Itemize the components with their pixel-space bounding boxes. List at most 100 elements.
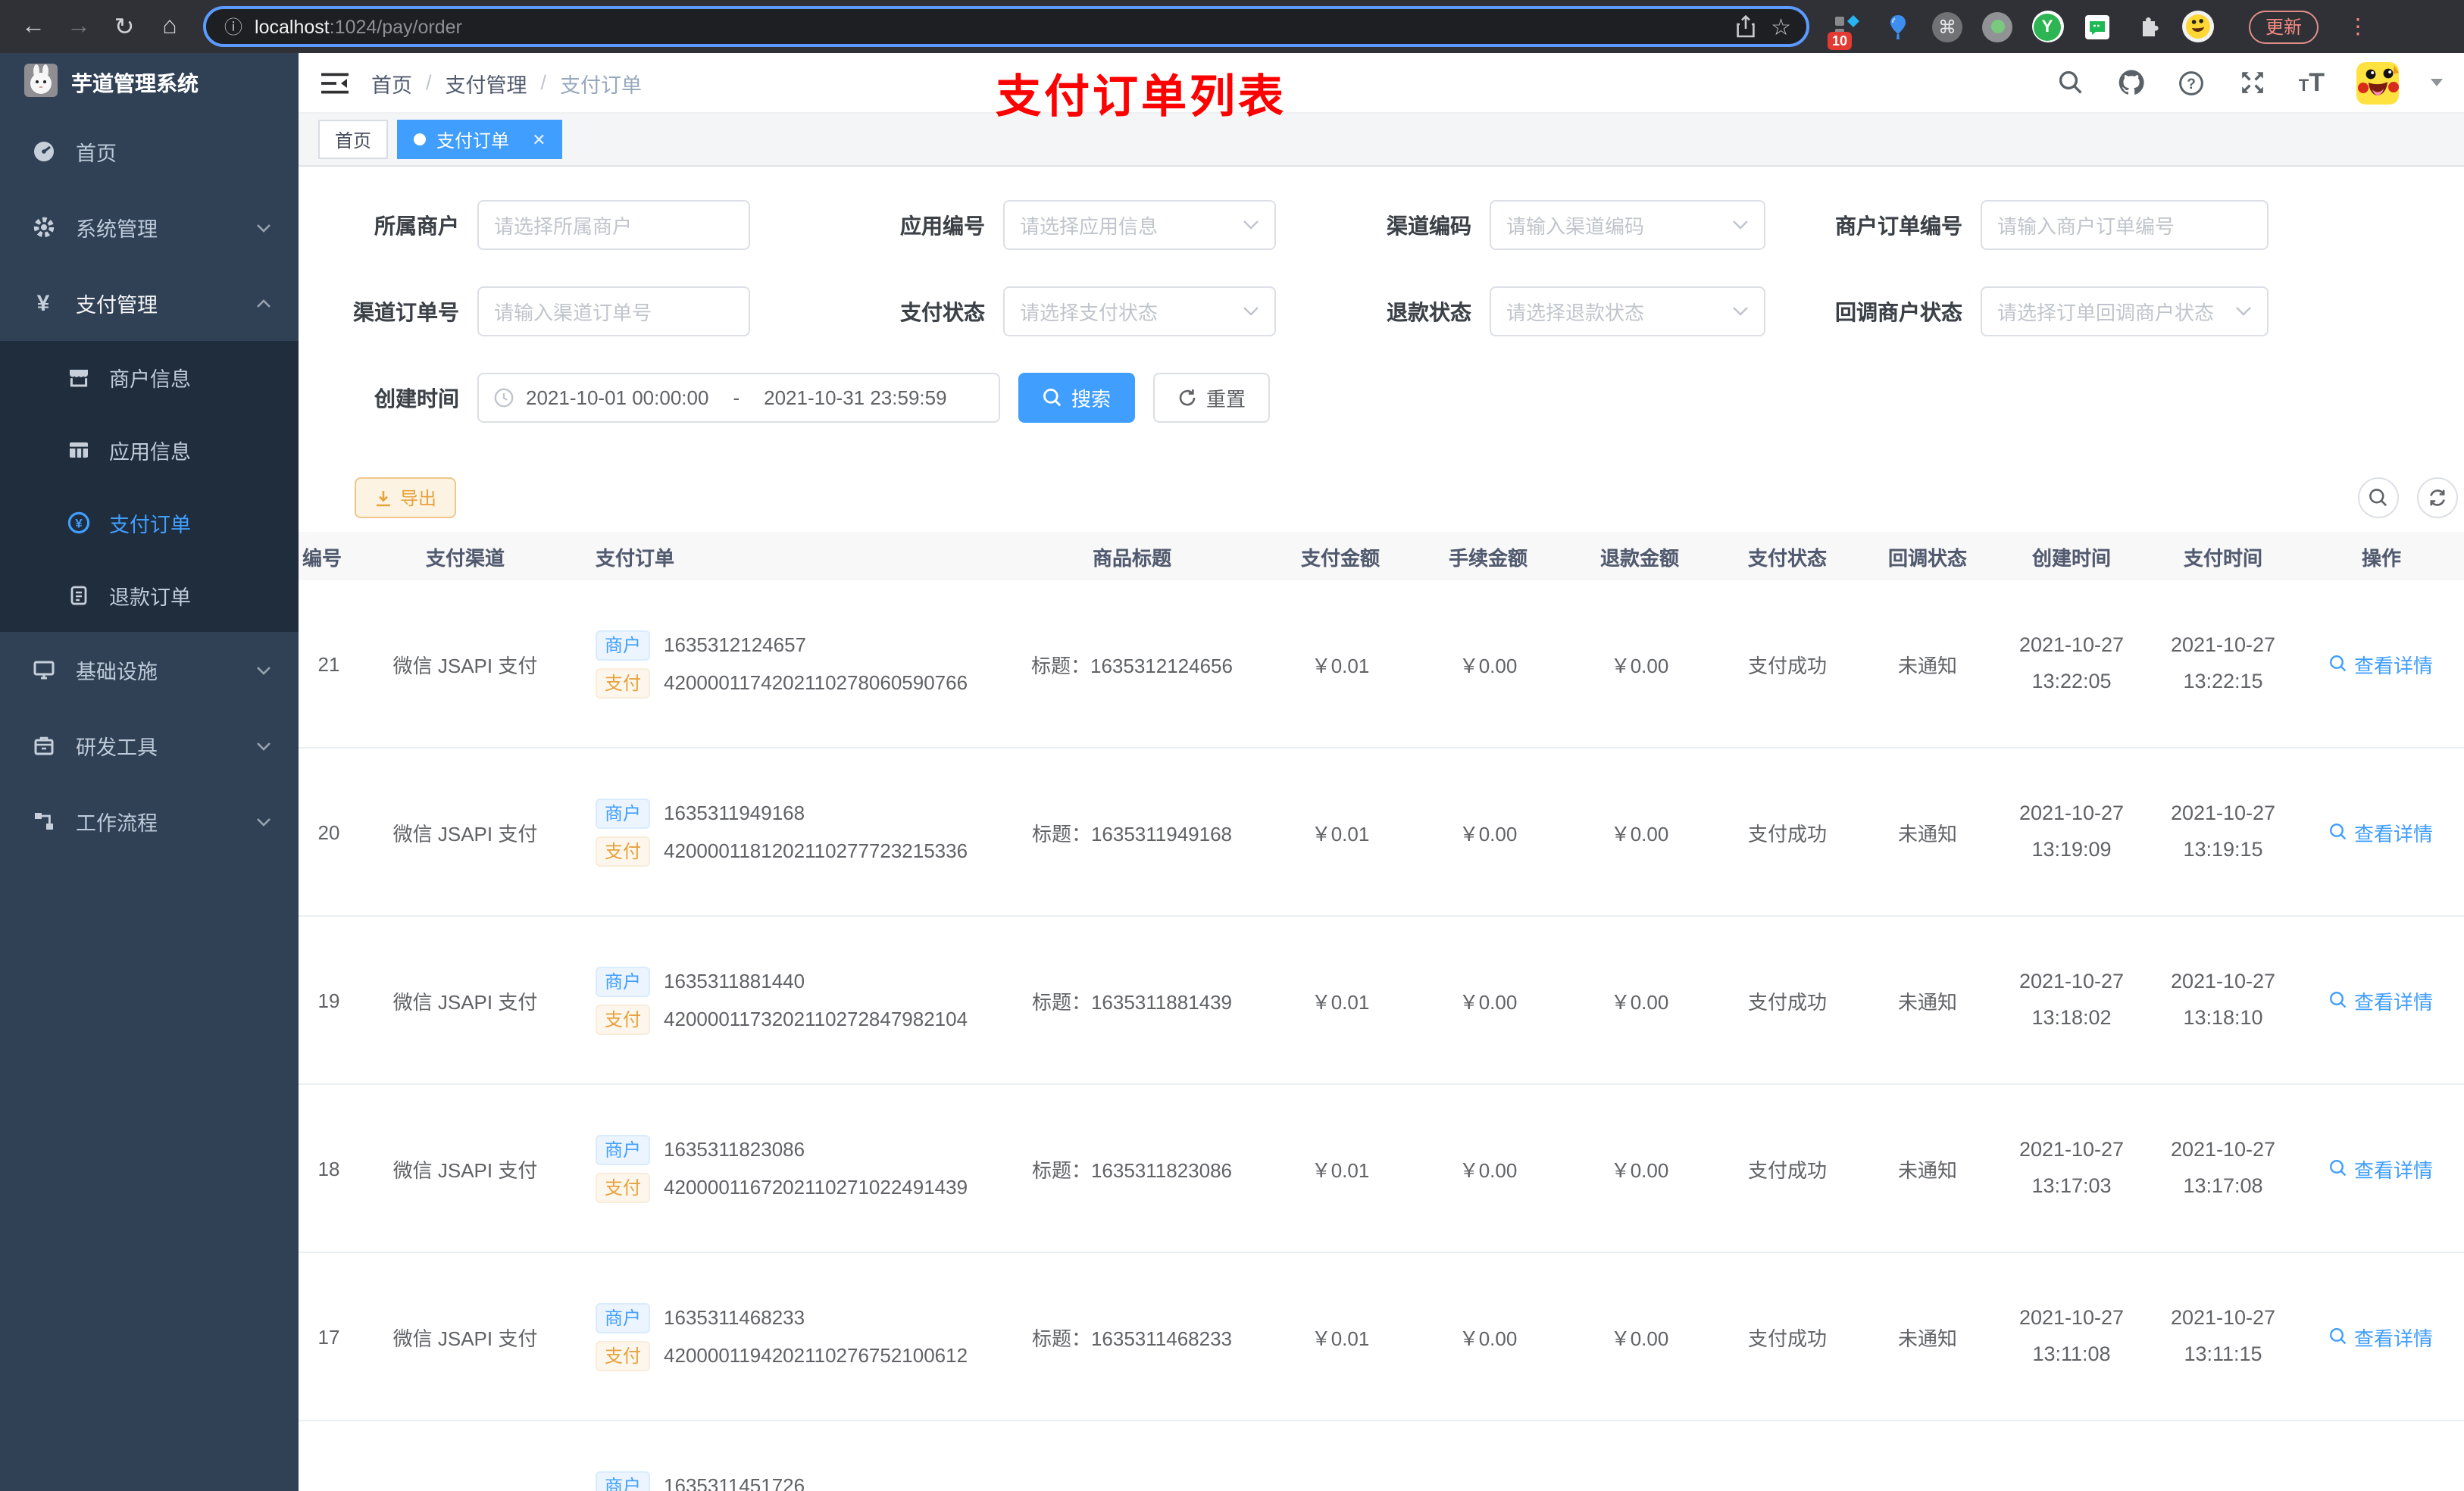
user-avatar[interactable] [2356, 61, 2399, 104]
sidebar-item-system[interactable]: 系统管理 [0, 189, 299, 265]
notify-status-select[interactable]: 请选择订单回调商户状态 [1981, 286, 2269, 336]
merchant-tag: 商户 [596, 798, 651, 828]
table-row: 19 微信 JSAPI 支付 商户 1635311881440 支付 42000… [299, 917, 2464, 1085]
monitor-icon [30, 657, 56, 683]
view-detail-link[interactable]: 查看详情 [2330, 817, 2433, 846]
search-button[interactable]: 搜索 [1018, 373, 1136, 423]
url-text: localhost:1024/pay/order [255, 16, 462, 37]
cell-pay-status: 支付成功 [1747, 990, 1827, 1013]
bookmark-star-icon[interactable]: ☆ [1771, 13, 1791, 40]
view-detail-link[interactable]: 查看详情 [2330, 986, 2433, 1014]
tab-pay-order[interactable]: 支付订单 ✕ [397, 120, 563, 159]
export-button[interactable]: 导出 [355, 477, 457, 518]
sidebar-item-dev-tools[interactable]: 研发工具 [0, 708, 299, 783]
breadcrumb-home[interactable]: 首页 [371, 67, 412, 98]
cell-pay-amount: ￥0.01 [1311, 1327, 1370, 1349]
filter-row-1: 所属商户 请选择所属商户 应用编号 请选择应用信息 渠道编码 请输入渠道编码 商… [299, 200, 2464, 250]
pay-status-select[interactable]: 请选择支付状态 [1003, 286, 1276, 336]
extension-command-icon[interactable]: ⌘ [1931, 10, 1964, 43]
refund-status-select[interactable]: 请选择退款状态 [1490, 286, 1765, 336]
extension-grid-icon[interactable]: 10 [1828, 10, 1864, 49]
chrome-update-button[interactable]: 更新 [2249, 10, 2319, 43]
cell-fee-amount: ￥0.00 [1459, 1158, 1518, 1181]
date-range-end: 2021-10-31 23:59:59 [764, 386, 947, 409]
page-title-annotation: 支付订单列表 [996, 73, 1287, 123]
extensions-puzzle-icon[interactable] [2131, 10, 2164, 43]
cell-channel: 微信 JSAPI 支付 [392, 1158, 538, 1181]
cell-notify-status: 未通知 [1897, 1158, 1957, 1181]
breadcrumb-pay-management[interactable]: 支付管理 [446, 67, 527, 98]
reset-button[interactable]: 重置 [1153, 373, 1271, 423]
column-header: 商品标题 [1092, 546, 1171, 569]
create-time-range-input[interactable]: 2021-10-01 00:00:00 - 2021-10-31 23:59:5… [477, 373, 1000, 423]
cell-create-time: 2021-10-27 13:19:09 [2018, 802, 2125, 861]
view-detail-link[interactable]: 查看详情 [2330, 1154, 2433, 1183]
sidebar-item-infrastructure[interactable]: 基础设施 [0, 632, 299, 708]
github-icon[interactable] [2117, 68, 2146, 97]
tab-home[interactable]: 首页 [318, 120, 389, 159]
sidebar-item-merchant-info[interactable]: 商户信息 [0, 341, 299, 414]
channel-pay-no: 4200001181202110277723215336 [664, 839, 968, 862]
cell-pay-order: 商户 1635311881440 支付 42000011732021102728… [571, 958, 996, 1042]
sidebar-item-workflow[interactable]: 工作流程 [0, 783, 299, 859]
view-detail-link[interactable]: 查看详情 [2330, 1322, 2433, 1351]
merchant-order-no: 1635311468233 [664, 1306, 805, 1329]
toggle-search-button[interactable] [2358, 477, 2399, 518]
cell-title: 标题：1635311881439 [1031, 990, 1233, 1013]
cell-refund-amount: ￥0.00 [1610, 1327, 1669, 1349]
channel-order-no-input[interactable]: 请输入渠道订单号 [477, 286, 750, 336]
sidebar-item-home[interactable]: 首页 [0, 114, 299, 189]
cell-pay-status: 支付成功 [1747, 1327, 1827, 1349]
cell-title: 标题：1635311823086 [1031, 1158, 1233, 1181]
pay-management-submenu: 商户信息 应用信息 ¥ 支付订单 退款订单 [0, 341, 299, 632]
workflow-icon [30, 808, 56, 834]
view-detail-link[interactable]: 查看详情 [2330, 649, 2433, 678]
extension-balloon-icon[interactable] [1881, 10, 1914, 43]
merchant-tag: 商户 [596, 1134, 651, 1164]
table-toolbar: 导出 [299, 477, 2464, 518]
refresh-button[interactable] [2417, 477, 2458, 518]
pay-order-table: 编号 支付渠道 支付订单 商品标题 支付金额 手续金额 退款金额 支付状态 回调状态 创建时间 支付… [299, 532, 2464, 1491]
fullscreen-icon[interactable] [2238, 68, 2267, 97]
home-icon[interactable]: ⌂ [152, 8, 188, 45]
tab-close-icon[interactable]: ✕ [532, 130, 546, 149]
cell-create-time: 2021-10-27 13:22:05 [2018, 633, 2125, 692]
extension-badge: 10 [1828, 31, 1853, 49]
app-id-select[interactable]: 请选择应用信息 [1003, 200, 1276, 250]
merchant-input[interactable]: 请选择所属商户 [477, 200, 750, 250]
pay-tag: 支付 [596, 1004, 651, 1034]
extension-recorder-icon[interactable] [1981, 10, 2014, 43]
address-bar[interactable]: ⓘ localhost:1024/pay/order ☆ [203, 6, 1809, 47]
cell-title: 标题：1635311468233 [1031, 1327, 1233, 1349]
filter-row-3: 创建时间 2021-10-01 00:00:00 - 2021-10-31 23… [299, 373, 2464, 423]
extension-y-icon[interactable]: Y [2031, 10, 2064, 43]
cell-pay-time: 2021-10-27 13:17:08 [2170, 1138, 2276, 1197]
help-icon[interactable]: ? [2178, 68, 2206, 97]
sidebar-item-app-info[interactable]: 应用信息 [0, 414, 299, 486]
sidebar-item-refund-order[interactable]: 退款订单 [0, 559, 299, 632]
back-icon[interactable]: ← [15, 8, 52, 45]
toolbar-right [2358, 477, 2458, 518]
profile-emoji-icon[interactable] [2181, 10, 2214, 43]
sidebar-fold-icon[interactable] [320, 70, 350, 95]
font-size-icon[interactable]: TT [2299, 67, 2325, 98]
table-body: 21 微信 JSAPI 支付 商户 1635312124657 支付 42000… [299, 580, 2464, 1491]
screen: ← → ↻ ⌂ ⓘ localhost:1024/pay/order ☆ 10 … [0, 0, 2464, 1491]
pay-tag: 支付 [596, 667, 651, 698]
column-header: 编号 [302, 546, 342, 569]
share-icon[interactable] [1734, 15, 1756, 38]
extension-chat-icon[interactable] [2081, 10, 2114, 43]
avatar-caret-icon[interactable] [2431, 79, 2443, 92]
browser-menu-icon[interactable]: ⋮ [2347, 14, 2369, 39]
search-icon[interactable] [2056, 68, 2085, 97]
cell-fee-amount: ￥0.00 [1459, 654, 1518, 677]
sidebar-item-pay-management[interactable]: ¥ 支付管理 [0, 265, 299, 341]
sidebar-item-pay-order[interactable]: ¥ 支付订单 [0, 486, 299, 559]
date-range-start: 2021-10-01 00:00:00 [526, 386, 709, 409]
forward-icon[interactable]: → [61, 8, 97, 45]
reload-icon[interactable]: ↻ [106, 8, 142, 45]
site-info-icon[interactable]: ⓘ [224, 14, 242, 39]
channel-code-select[interactable]: 请输入渠道编码 [1490, 200, 1765, 250]
breadcrumb-pay-order: 支付订单 [560, 73, 643, 96]
merchant-order-no-input[interactable]: 请输入商户订单编号 [1981, 200, 2269, 250]
